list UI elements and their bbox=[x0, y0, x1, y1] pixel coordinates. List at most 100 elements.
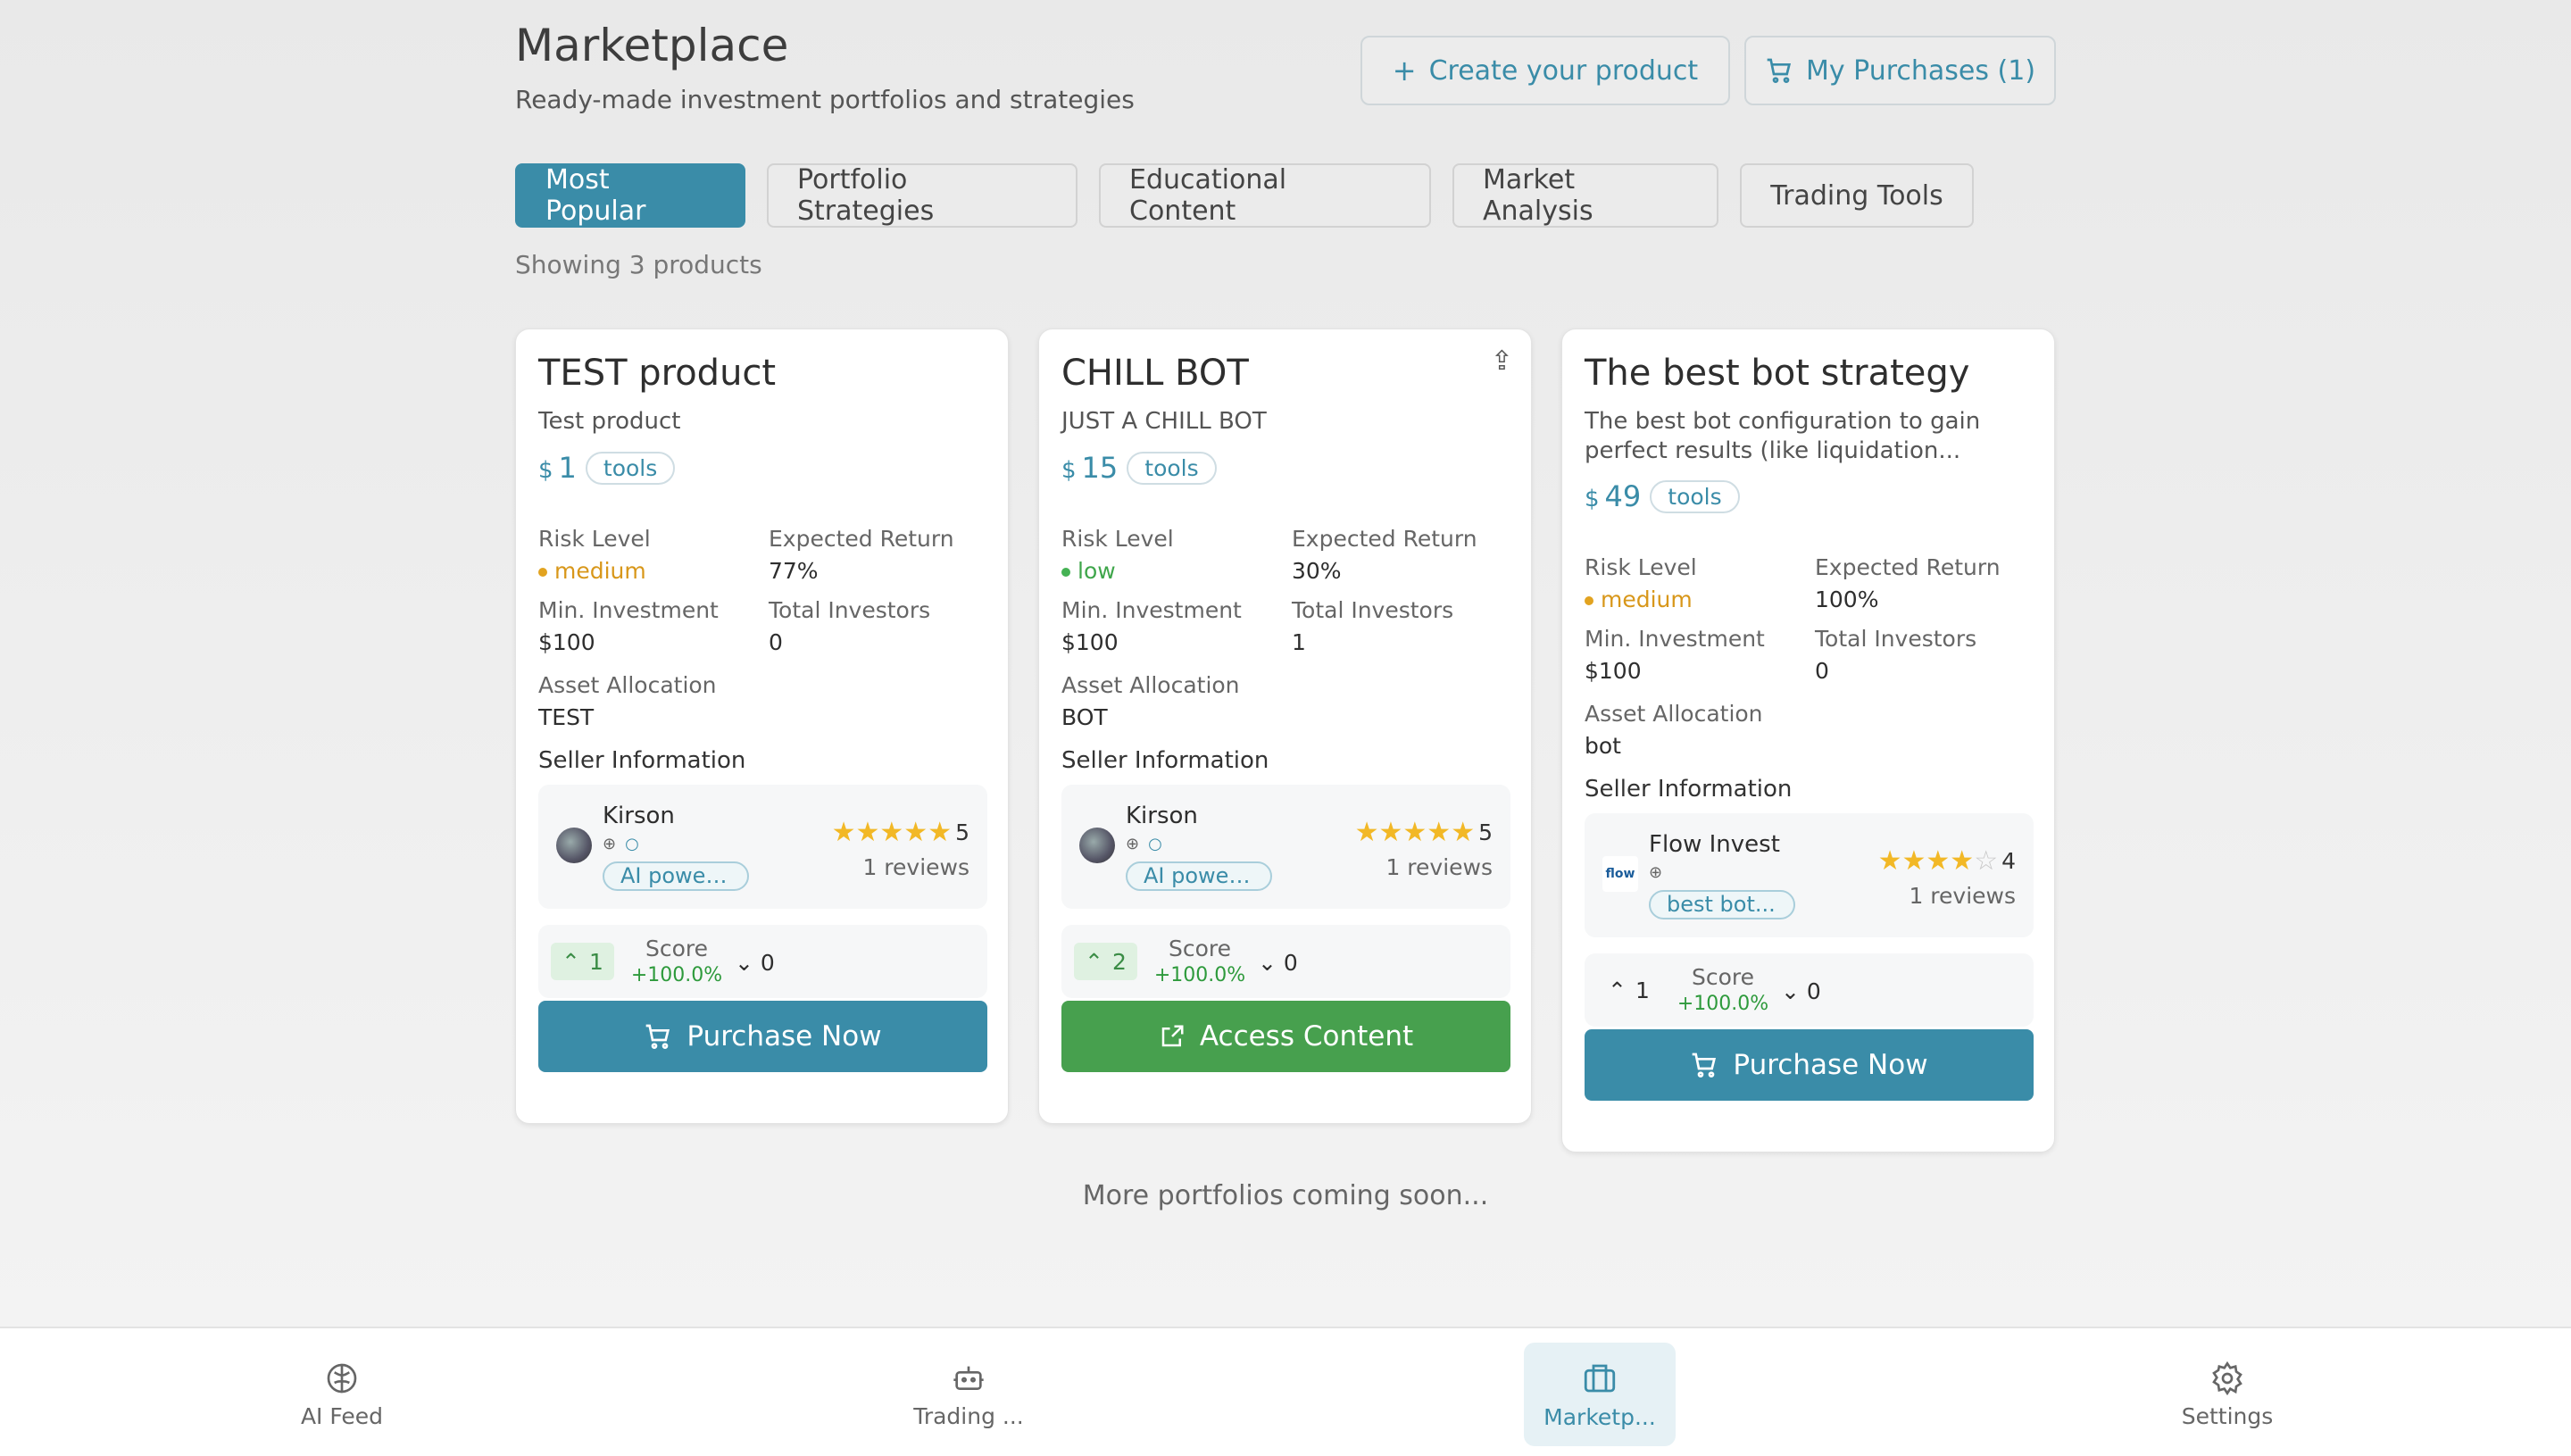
external-link-icon bbox=[1161, 1025, 1184, 1047]
tab-educational-content[interactable]: Educational Content bbox=[1099, 163, 1431, 228]
reviews-count: 1 reviews bbox=[1385, 854, 1493, 880]
bot-icon bbox=[953, 1366, 984, 1390]
tab-trading-tools[interactable]: Trading Tools bbox=[1740, 163, 1974, 228]
downvote-button[interactable]: ⌄ 0 bbox=[735, 950, 775, 976]
share-icon[interactable]: ⇪ bbox=[1491, 345, 1513, 377]
chevron-down-icon: ⌄ bbox=[1258, 950, 1277, 976]
tab-portfolio-strategies[interactable]: Portfolio Strategies bbox=[767, 163, 1077, 228]
cart-icon bbox=[1767, 58, 1791, 83]
cart-icon bbox=[1693, 1052, 1717, 1077]
vote-bar: ⌃ 1 Score +100.0% ⌄ 0 bbox=[1585, 953, 2034, 1027]
chevron-up-icon: ⌃ bbox=[1608, 977, 1627, 1003]
downvote-button[interactable]: ⌄ 0 bbox=[1258, 950, 1298, 976]
upvote-button[interactable]: ⌃ 2 bbox=[1074, 943, 1137, 980]
asset-allocation-label: Asset Allocation bbox=[1585, 701, 1763, 727]
purchase-button[interactable]: Purchase Now bbox=[1585, 1029, 2034, 1101]
globe-icon: ⊕ bbox=[1649, 863, 1663, 882]
upvote-button[interactable]: ⌃ 1 bbox=[551, 943, 614, 980]
category-badge: tools bbox=[585, 451, 676, 485]
tab-most-popular[interactable]: Most Popular bbox=[515, 163, 745, 228]
upvote-button[interactable]: ⌃ 1 bbox=[1597, 971, 1660, 1009]
total-investors-value: 0 bbox=[1815, 658, 1829, 684]
seller-name: Flow Invest bbox=[1649, 831, 1780, 858]
access-content-button[interactable]: Access Content bbox=[1061, 1001, 1510, 1072]
nav-marketplace[interactable]: Marketp... bbox=[1524, 1343, 1676, 1446]
downvote-button[interactable]: ⌄ 0 bbox=[1781, 978, 1821, 1004]
cart-icon bbox=[646, 1024, 670, 1049]
score-label: Score bbox=[1691, 964, 1755, 990]
chat-icon: ○ bbox=[1148, 835, 1162, 853]
expected-return-label: Expected Return bbox=[1815, 554, 2001, 580]
seller-name: Kirson bbox=[1126, 803, 1198, 829]
product-description: The best bot configuration to gain perfe… bbox=[1585, 408, 1981, 464]
total-investors-value: 0 bbox=[769, 629, 783, 655]
chevron-up-icon: ⌃ bbox=[1085, 948, 1103, 975]
page-subtitle: Ready-made investment portfolios and str… bbox=[515, 85, 1135, 114]
create-product-button[interactable]: + Create your product bbox=[1360, 36, 1730, 105]
star-icon: ★ bbox=[1877, 845, 1902, 877]
risk-level-label: Risk Level bbox=[538, 526, 651, 552]
min-investment-value: $100 bbox=[1585, 658, 1642, 684]
seller-info[interactable]: Kirson ⊕ ○ AI power... ★ ★ ★ ★ ★ 5 1 reviews bbox=[538, 785, 987, 909]
risk-level-value: low bbox=[1061, 558, 1116, 584]
chevron-down-icon: ⌄ bbox=[1781, 978, 1800, 1004]
bottom-nav: AI Feed Trading ... Marketp... Settings bbox=[0, 1327, 2571, 1456]
avatar bbox=[1079, 828, 1115, 863]
category-badge: tools bbox=[1650, 479, 1740, 513]
star-icon: ★ bbox=[1378, 817, 1403, 848]
total-investors-label: Total Investors bbox=[1292, 597, 1454, 623]
min-investment-value: $100 bbox=[538, 629, 595, 655]
purchase-button[interactable]: Purchase Now bbox=[538, 1001, 987, 1072]
min-investment-value: $100 bbox=[1061, 629, 1119, 655]
product-title: The best bot strategy bbox=[1585, 353, 1970, 394]
star-icon: ★ bbox=[1901, 845, 1926, 877]
star-icon: ★ bbox=[879, 817, 904, 848]
score-label: Score bbox=[1168, 936, 1232, 961]
vote-bar: ⌃ 2 Score +100.0% ⌄ 0 bbox=[1061, 925, 1510, 998]
brain-icon bbox=[327, 1363, 357, 1393]
tab-market-analysis[interactable]: Market Analysis bbox=[1452, 163, 1718, 228]
total-investors-label: Total Investors bbox=[769, 597, 931, 623]
seller-info[interactable]: flow Flow Invest ⊕ best bot... ★ ★ ★ ★ ☆ 4 1 … bbox=[1585, 813, 2034, 937]
product-card: ⇪ CHILL BOT JUST A CHILL BOT $15 tools R… bbox=[1038, 329, 1532, 1124]
page-title: Marketplace bbox=[515, 20, 789, 71]
reviews-count: 1 reviews bbox=[1909, 883, 2016, 909]
results-count: Showing 3 products bbox=[515, 250, 762, 279]
min-investment-label: Min. Investment bbox=[538, 597, 719, 623]
asset-allocation-value: bot bbox=[1585, 733, 1621, 759]
star-icon: ★ bbox=[1427, 817, 1452, 848]
star-icon: ★ bbox=[855, 817, 880, 848]
risk-level-label: Risk Level bbox=[1061, 526, 1174, 552]
min-investment-label: Min. Investment bbox=[1585, 626, 1765, 652]
seller-info[interactable]: Kirson ⊕ ○ AI power... ★ ★ ★ ★ ★ 5 1 reviews bbox=[1061, 785, 1510, 909]
seller-info-label: Seller Information bbox=[1585, 776, 1793, 803]
my-purchases-button[interactable]: My Purchases (1) bbox=[1744, 36, 2056, 105]
chevron-up-icon: ⌃ bbox=[562, 948, 580, 975]
star-icon: ★ bbox=[831, 817, 856, 848]
total-investors-label: Total Investors bbox=[1815, 626, 1977, 652]
chevron-down-icon: ⌄ bbox=[735, 950, 753, 976]
asset-allocation-value: BOT bbox=[1061, 704, 1108, 730]
rating: ★ ★ ★ ★ ☆ 4 bbox=[1877, 845, 2016, 877]
product-title: CHILL BOT bbox=[1061, 353, 1249, 394]
rating: ★ ★ ★ ★ ★ 5 bbox=[831, 817, 969, 848]
nav-settings[interactable]: Settings bbox=[2151, 1343, 2303, 1446]
product-card: TEST product Test product $1 tools Risk … bbox=[515, 329, 1009, 1124]
vote-bar: ⌃ 1 Score +100.0% ⌄ 0 bbox=[538, 925, 987, 998]
product-card: The best bot strategy The best bot confi… bbox=[1561, 329, 2055, 1152]
product-price: $49 bbox=[1585, 479, 1642, 513]
asset-allocation-value: TEST bbox=[538, 704, 595, 730]
star-icon: ★ bbox=[928, 817, 953, 848]
star-icon: ★ bbox=[1451, 817, 1476, 848]
star-icon: ★ bbox=[1354, 817, 1379, 848]
seller-logo: flow bbox=[1602, 856, 1638, 892]
nav-ai-feed[interactable]: AI Feed bbox=[266, 1343, 418, 1446]
nav-trading[interactable]: Trading ... bbox=[893, 1343, 1044, 1446]
category-tabs: Most Popular Portfolio Strategies Educat… bbox=[515, 163, 1974, 228]
avatar bbox=[556, 828, 592, 863]
min-investment-label: Min. Investment bbox=[1061, 597, 1242, 623]
risk-level-value: medium bbox=[538, 558, 646, 584]
asset-allocation-label: Asset Allocation bbox=[1061, 672, 1240, 698]
product-description: JUST A CHILL BOT bbox=[1061, 408, 1267, 435]
risk-level-value: medium bbox=[1585, 587, 1693, 612]
